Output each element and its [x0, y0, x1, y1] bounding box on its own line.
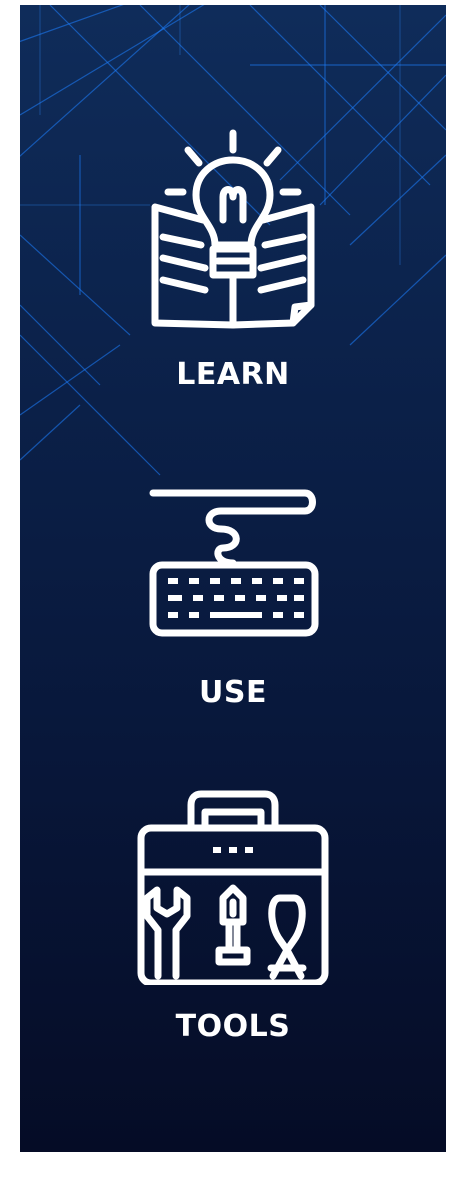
banner: LEARN USE TOOLS	[20, 5, 446, 1152]
lightbulb-book-icon	[151, 129, 315, 329]
tools-label: TOOLS	[175, 1009, 291, 1044]
toolbox-icon	[137, 790, 329, 985]
use-label: USE	[199, 675, 267, 710]
tools-item[interactable]: TOOLS	[20, 790, 446, 1044]
learn-item[interactable]: LEARN	[20, 125, 446, 392]
learn-label: LEARN	[176, 357, 290, 392]
keyboard-icon	[149, 489, 319, 637]
use-item[interactable]: USE	[20, 483, 446, 710]
